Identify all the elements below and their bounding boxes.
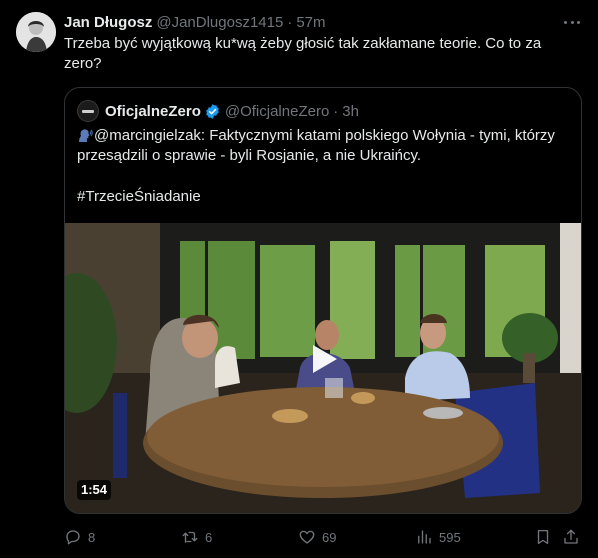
action-bar: 8 6 69 595 — [64, 526, 582, 548]
quote-text-block: @marcingielzak: Faktycznymi katami polsk… — [77, 126, 571, 166]
view-count: 595 — [439, 529, 461, 545]
retweet-button[interactable]: 6 — [181, 528, 212, 546]
tweet-header: Jan Długosz @JanDlugosz1415 · 57m — [64, 12, 582, 32]
more-icon[interactable] — [562, 14, 582, 30]
bookmark-button[interactable] — [534, 528, 552, 546]
quote-time[interactable]: 3h — [342, 103, 359, 120]
verified-badge-icon — [206, 103, 219, 119]
quote-header: OficjalneZero @OficjalneZero · 3h — [105, 101, 359, 121]
quote-avatar[interactable] — [77, 100, 99, 122]
avatar[interactable] — [16, 12, 56, 52]
separator-dot: · — [333, 102, 339, 120]
hashtag-link[interactable]: #TrzecieŚniadanie — [77, 188, 201, 205]
quote-author-name[interactable]: OficjalneZero — [105, 103, 201, 120]
retweet-count: 6 — [205, 529, 213, 545]
views-button[interactable]: 595 — [415, 528, 461, 546]
share-button[interactable] — [562, 528, 580, 546]
bookmark-icon — [537, 529, 549, 545]
like-count: 69 — [322, 529, 337, 545]
author-handle[interactable]: @JanDlugosz1415 — [156, 14, 283, 31]
video-duration: 1:54 — [77, 480, 112, 500]
tweet-text: Trzeba być wyjątkową ku*wą żeby głosić t… — [64, 35, 542, 72]
reply-button[interactable]: 8 — [64, 528, 95, 546]
share-icon — [564, 529, 578, 544]
separator-dot: · — [287, 13, 293, 31]
reply-icon — [66, 530, 80, 545]
tweet-time[interactable]: 57m — [296, 14, 325, 31]
video-player[interactable]: 1:54 — [65, 223, 581, 513]
like-icon — [299, 530, 315, 544]
views-icon — [418, 530, 431, 544]
quoted-tweet[interactable]: OficjalneZero @OficjalneZero · 3h @marci… — [64, 87, 582, 514]
avatar-portrait — [16, 12, 56, 52]
quote-author-handle[interactable]: @OficjalneZero — [225, 103, 329, 120]
quote-text: @marcingielzak: Faktycznymi katami polsk… — [77, 127, 555, 164]
like-button[interactable]: 69 — [298, 528, 336, 546]
retweet-icon — [182, 531, 198, 543]
reply-count: 8 — [88, 529, 96, 545]
speaking-head-icon — [79, 129, 93, 142]
author-name[interactable]: Jan Długosz — [64, 14, 152, 31]
play-icon[interactable] — [305, 341, 341, 377]
